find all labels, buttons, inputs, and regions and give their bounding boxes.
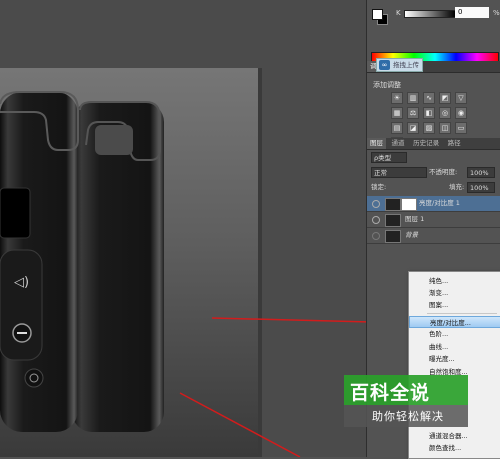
color-balance-icon[interactable]: ⚖ (407, 107, 419, 119)
visibility-eye-icon[interactable] (372, 232, 380, 240)
menu-item-channel-mixer[interactable]: 通道混合器... (409, 430, 500, 442)
color-panel: K 0 % (367, 0, 500, 62)
layer-thumbnail (385, 230, 401, 243)
visibility-eye-icon[interactable] (372, 216, 380, 224)
device-back (72, 101, 164, 432)
menu-separator (427, 313, 497, 314)
adjustment-thumbnail (385, 198, 401, 211)
opacity-label: 不透明度: (429, 168, 458, 176)
bw-icon[interactable]: ◧ (423, 107, 435, 119)
menu-item-levels[interactable]: 色阶... (409, 328, 500, 340)
brightness-icon[interactable]: ☀ (391, 92, 403, 104)
menu-item-pattern[interactable]: 图案... (409, 299, 500, 311)
posterize-icon[interactable]: ▨ (423, 122, 435, 134)
menu-item-gradient[interactable]: 渐变... (409, 287, 500, 299)
channel-label: K (396, 9, 401, 17)
visibility-eye-icon[interactable] (372, 200, 380, 208)
watermark-subtitle: 助你轻松解决 (372, 410, 444, 423)
k-value-field[interactable]: 0 (455, 7, 489, 18)
adjustments-panel: 添加调整 ☀ ▥ ∿ ◩ ▽ ▦ ⚖ ◧ ◎ ◉ ▤ ◪ ▨ ◫ ▭ ▣ (367, 72, 500, 149)
adjustments-title: 添加调整 (373, 81, 401, 89)
menu-item-exposure[interactable]: 曝光度... (409, 353, 500, 365)
new-adjustment-menu: 纯色... 渐变... 图案... 亮度/对比度... 色阶... 曲线... … (408, 271, 500, 459)
watermark-logo: 百科全说 助你轻松解决 (344, 375, 468, 427)
photo-filter-icon[interactable]: ◎ (439, 107, 451, 119)
canvas-area[interactable]: ◁) (0, 0, 366, 457)
menu-item-color-lookup[interactable]: 颜色查找... (409, 442, 500, 454)
fill-field[interactable]: 100% (467, 182, 495, 193)
mask-thumbnail (401, 198, 417, 211)
layer-name: 亮度/对比度 1 (419, 199, 460, 207)
menu-item-solid-color[interactable]: 纯色... (409, 275, 500, 287)
layer-thumbnail (385, 214, 401, 227)
gradient-map-icon[interactable]: ▭ (455, 122, 467, 134)
foreground-color-swatch[interactable] (372, 9, 383, 20)
vibrance-icon[interactable]: ▽ (455, 92, 467, 104)
opacity-field[interactable]: 100% (467, 167, 495, 178)
unit-label: % (493, 9, 500, 17)
fill-label: 填充: (449, 183, 465, 191)
layer-background[interactable]: 背景 (367, 228, 500, 244)
color-lookup-icon[interactable]: ▤ (391, 122, 403, 134)
threshold-icon[interactable]: ◫ (439, 122, 451, 134)
exposure-icon[interactable]: ◩ (439, 92, 451, 104)
menu-item-curves[interactable]: 曲线... (409, 341, 500, 353)
layer-1[interactable]: 图层 1 (367, 212, 500, 228)
tooltip-text: 拖拽上传 (393, 61, 419, 69)
arrow-to-menu (211, 317, 366, 323)
arrow-to-watermark (179, 392, 301, 457)
levels-icon[interactable]: ▥ (407, 92, 419, 104)
device-front: ◁) (0, 91, 79, 432)
cloud-icon: ∞ (379, 60, 390, 70)
invert-icon[interactable]: ◪ (407, 122, 419, 134)
layer-brightness-contrast[interactable]: 亮度/对比度 1 (367, 196, 500, 212)
hue-icon[interactable]: ▦ (391, 107, 403, 119)
curves-icon[interactable]: ∿ (423, 92, 435, 104)
layer-name: 图层 1 (405, 215, 425, 223)
blend-mode-select[interactable]: 正常 (371, 167, 427, 178)
menu-item-brightness-contrast[interactable]: 亮度/对比度... (409, 316, 500, 328)
layer-name: 背景 (405, 231, 418, 239)
k-slider[interactable] (404, 10, 456, 18)
upload-tooltip: ∞ 拖拽上传 (376, 58, 423, 72)
product-artwork: ◁) (0, 91, 366, 457)
watermark-title: 百科全说 (350, 382, 431, 404)
channel-mixer-icon[interactable]: ◉ (455, 107, 467, 119)
layer-filter-select[interactable]: ρ类型 (371, 152, 407, 163)
svg-text:◁): ◁) (14, 275, 29, 290)
lock-label: 锁定: (371, 183, 387, 191)
